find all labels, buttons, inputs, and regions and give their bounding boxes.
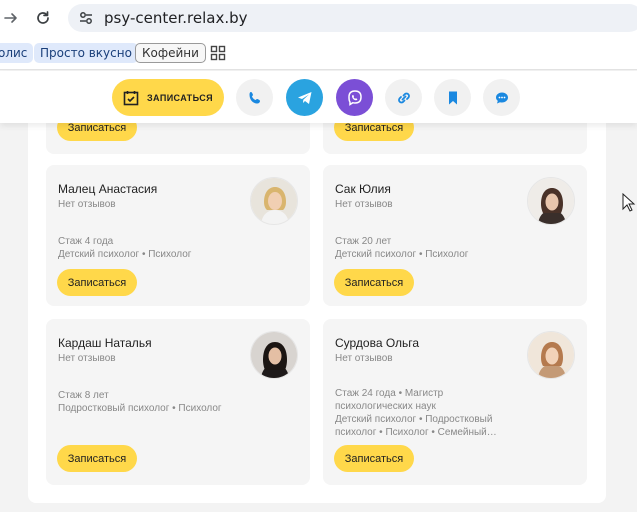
viber-button[interactable] xyxy=(336,79,373,116)
experience-text: Стаж 20 лет xyxy=(335,236,392,247)
reviews-count: Нет отзывов xyxy=(335,199,393,210)
bookmark-item[interactable]: Кофейни xyxy=(135,43,206,63)
bookmarks-bar: олис Просто вкусно Кофейни xyxy=(0,36,637,70)
specialist-card[interactable]: Сурдова Ольга Нет отзывов Стаж 24 года •… xyxy=(323,319,587,485)
specialization-text: Детский психолог • Психолог xyxy=(335,249,469,260)
avatar[interactable] xyxy=(527,331,575,379)
url-text: psy-center.relax.by xyxy=(104,9,248,27)
forward-button[interactable] xyxy=(0,7,22,29)
mouse-cursor-icon xyxy=(622,193,636,212)
degree-text: психологических наук xyxy=(335,401,436,412)
bookmark-button[interactable] xyxy=(434,79,471,116)
grid-icon[interactable] xyxy=(210,45,226,61)
phone-button[interactable] xyxy=(236,79,273,116)
book-specialist-button[interactable]: Записаться xyxy=(334,269,414,296)
link-button[interactable] xyxy=(385,79,422,116)
book-specialist-button[interactable]: Записаться xyxy=(57,445,137,472)
contact-action-bar: ЗАПИСАТЬСЯ xyxy=(0,71,637,123)
experience-text: Стаж 8 лет xyxy=(58,390,109,401)
bookmark-icon xyxy=(448,91,457,104)
specialization-text: Детский психолог • Психолог xyxy=(58,249,192,260)
browser-toolbar: psy-center.relax.by xyxy=(0,0,637,36)
address-bar[interactable]: psy-center.relax.by xyxy=(68,4,637,32)
experience-text: Стаж 24 года • Магистр xyxy=(335,388,444,399)
telegram-icon xyxy=(297,91,311,104)
specialists-panel: Записаться Записаться Малец Анастасия Не… xyxy=(28,103,606,503)
bookmark-item[interactable]: олис xyxy=(0,43,34,63)
viber-icon xyxy=(347,89,362,106)
specialization-text: Детский психолог • Подростковый xyxy=(335,414,493,425)
avatar[interactable] xyxy=(250,331,298,379)
telegram-button[interactable] xyxy=(286,79,323,116)
specialist-name[interactable]: Сурдова Ольга xyxy=(335,336,419,350)
avatar[interactable] xyxy=(250,177,298,225)
experience-text: Стаж 4 года xyxy=(58,236,114,247)
bookmark-item[interactable]: Просто вкусно xyxy=(34,43,138,63)
specialist-card[interactable]: Малец Анастасия Нет отзывов Стаж 4 года … xyxy=(46,165,310,306)
book-appointment-label: ЗАПИСАТЬСЯ xyxy=(147,92,213,103)
book-appointment-button[interactable]: ЗАПИСАТЬСЯ xyxy=(112,79,224,116)
tune-icon[interactable] xyxy=(78,10,94,26)
reviews-count: Нет отзывов xyxy=(58,199,116,210)
avatar[interactable] xyxy=(527,177,575,225)
specialist-name[interactable]: Малец Анастасия xyxy=(58,182,157,196)
specialist-card[interactable]: Кардаш Наталья Нет отзывов Стаж 8 лет По… xyxy=(46,319,310,485)
specialization-text: психолог • Психолог • Семейный… xyxy=(335,427,497,438)
arrow-right-icon xyxy=(4,13,17,23)
specialization-text: Подростковый психолог • Психолог xyxy=(58,403,222,414)
specialist-name[interactable]: Кардаш Наталья xyxy=(58,336,152,350)
chat-icon xyxy=(495,92,508,103)
book-specialist-button[interactable]: Записаться xyxy=(334,445,414,472)
specialist-name[interactable]: Сак Юлия xyxy=(335,182,391,196)
book-specialist-button[interactable]: Записаться xyxy=(57,269,137,296)
reload-button[interactable] xyxy=(32,7,54,29)
specialist-card[interactable]: Сак Юлия Нет отзывов Стаж 20 лет Детский… xyxy=(323,165,587,306)
reviews-count: Нет отзывов xyxy=(58,353,116,364)
chat-button[interactable] xyxy=(483,79,520,116)
reviews-count: Нет отзывов xyxy=(335,353,393,364)
link-icon xyxy=(397,92,410,103)
calendar-check-icon xyxy=(123,90,139,105)
reload-icon xyxy=(37,11,49,24)
phone-icon xyxy=(249,91,260,103)
